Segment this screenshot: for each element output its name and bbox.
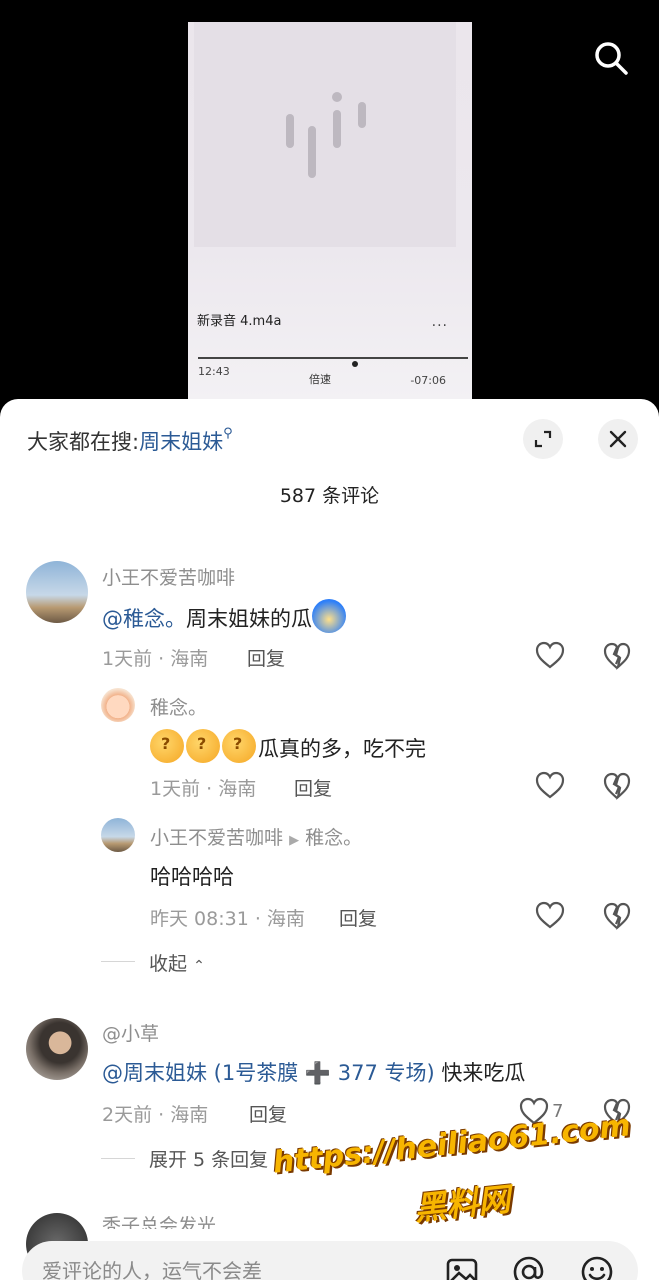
mention-link[interactable]: @周末姐妹 (1号茶膜 ➕ 377 专场)	[102, 1061, 435, 1085]
reply-body: 瓜真的多，吃不完	[258, 737, 426, 761]
thinking-emoji-icon	[222, 729, 256, 763]
watermark-name: 黑料网	[412, 1180, 512, 1228]
comment-input-bar	[22, 1241, 638, 1280]
watermark-url: https://heiliao61.com	[271, 1108, 633, 1181]
reply-target[interactable]: 稚念。	[305, 827, 362, 849]
expand-label: 展开 5 条回复	[149, 1149, 269, 1171]
thinking-emoji-icon	[186, 729, 220, 763]
video-player[interactable]: 新录音 4.m4a ... 12:43 倍速 -07:06	[0, 0, 659, 420]
speed-button[interactable]: 倍速	[309, 371, 331, 387]
expand-button[interactable]	[523, 419, 563, 459]
reply-time-location: 昨天 08:31 · 海南	[150, 908, 305, 930]
reply-arrow-icon: ▶	[289, 833, 300, 848]
comment-body: 周末姐妹的瓜	[186, 607, 312, 631]
elapsed-time: 12:43	[198, 365, 230, 378]
like-heart-icon[interactable]	[535, 901, 565, 929]
reply-button[interactable]: 回复	[294, 774, 332, 801]
comment-author[interactable]: @小草	[102, 1019, 159, 1046]
playback-track[interactable]	[198, 357, 468, 359]
playback-thumb[interactable]	[351, 361, 358, 367]
reply-author[interactable]: 稚念。	[150, 693, 207, 720]
dislike-broken-heart-icon[interactable]	[603, 772, 631, 800]
thinking-emoji-icon	[150, 729, 184, 763]
reply-time-location: 1天前 · 海南	[150, 778, 257, 800]
comment-time-location: 2天前 · 海南	[102, 1104, 209, 1126]
comment-author[interactable]: 小王不爱苦咖啡	[102, 563, 235, 590]
dislike-broken-heart-icon[interactable]	[603, 642, 631, 670]
reply-author-line: 小王不爱苦咖啡 ▶ 稚念。	[150, 823, 362, 850]
comment-text: @稚念。周末姐妹的瓜	[102, 599, 348, 633]
comment-input[interactable]	[42, 1255, 432, 1280]
like-heart-icon[interactable]	[535, 771, 565, 799]
comment-count: 587 条评论	[279, 485, 380, 507]
avatar[interactable]	[101, 818, 135, 852]
emoji-smile-icon[interactable]	[580, 1255, 614, 1280]
reply-text: 哈哈哈哈	[150, 865, 234, 889]
comment-time-location: 1天前 · 海南	[102, 648, 209, 670]
collapse-replies-button[interactable]: 收起 ⌃	[149, 949, 205, 976]
more-options-icon[interactable]: ...	[432, 314, 448, 330]
search-small-icon: ⚲	[223, 426, 233, 441]
dislike-broken-heart-icon[interactable]	[603, 902, 631, 930]
like-heart-icon[interactable]	[535, 641, 565, 669]
reply-author[interactable]: 小王不爱苦咖啡	[150, 827, 283, 849]
comment-text: @周末姐妹 (1号茶膜 ➕ 377 专场) 快来吃瓜	[102, 1057, 525, 1087]
reply-text: 瓜真的多，吃不完	[150, 729, 426, 763]
hot-search-prefix: 大家都在搜:	[27, 430, 140, 454]
mention-at-icon[interactable]	[512, 1255, 546, 1280]
comment-sheet: 大家都在搜:周末姐妹⚲ 587 条评论 小王不爱苦咖啡 @稚念。周末姐妹的瓜 1…	[0, 399, 659, 1280]
close-icon	[609, 430, 627, 448]
video-frame: 新录音 4.m4a ... 12:43 倍速 -07:06	[188, 22, 472, 400]
avatar[interactable]	[101, 688, 135, 722]
close-button[interactable]	[598, 419, 638, 459]
image-icon[interactable]	[445, 1255, 479, 1280]
voice-wave-icon	[284, 92, 374, 182]
mention-link[interactable]: @稚念。	[102, 607, 186, 631]
comment-body: 快来吃瓜	[434, 1061, 526, 1085]
recording-file-name: 新录音 4.m4a	[197, 314, 282, 329]
hot-search[interactable]: 大家都在搜:周末姐妹⚲	[27, 426, 233, 456]
expand-icon	[534, 430, 552, 448]
reply-button[interactable]: 回复	[247, 644, 285, 671]
avatar[interactable]	[26, 1018, 88, 1080]
remaining-time: -07:06	[410, 374, 446, 387]
avatar[interactable]	[26, 561, 88, 623]
divider	[101, 961, 135, 962]
expand-replies-button[interactable]: 展开 5 条回复 ⌄	[149, 1145, 286, 1172]
reply-button[interactable]: 回复	[339, 904, 377, 931]
hot-search-term[interactable]: 周末姐妹	[139, 430, 223, 454]
chevron-up-icon: ⌃	[193, 958, 205, 974]
cool-emoji-icon	[312, 599, 346, 633]
comment-author[interactable]: 秃子总会发光	[102, 1211, 216, 1229]
collapse-label: 收起	[149, 953, 188, 975]
reply-button[interactable]: 回复	[249, 1100, 287, 1127]
divider	[101, 1158, 135, 1159]
search-icon[interactable]	[591, 38, 631, 78]
